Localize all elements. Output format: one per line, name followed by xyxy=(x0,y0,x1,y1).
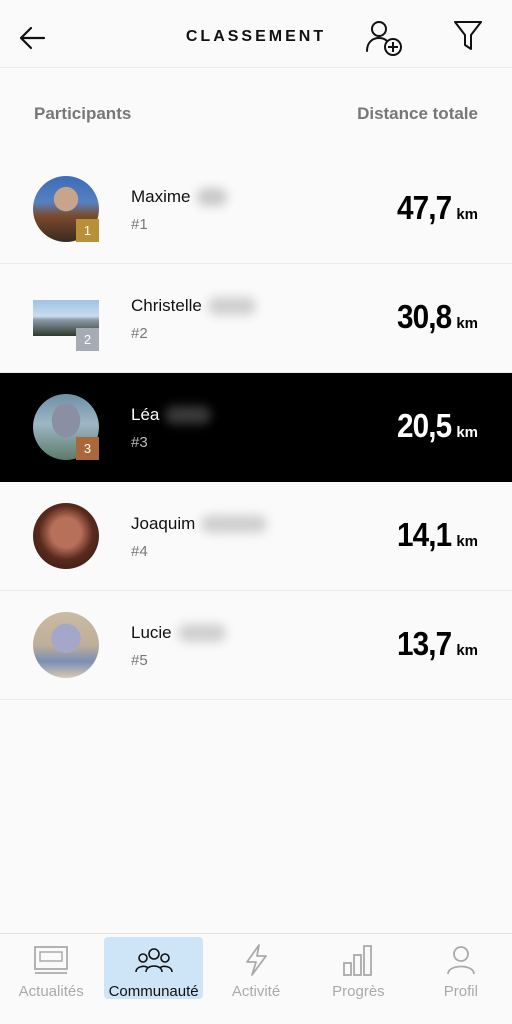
distance-value: 47,7 km xyxy=(391,189,478,227)
bottom-tab-bar: Actualités Communauté Activité Progrès P… xyxy=(0,933,512,1024)
tab-label: Communauté xyxy=(108,983,199,1000)
participant-name: Lucie xyxy=(131,623,172,642)
rank-badge: 2 xyxy=(76,328,99,351)
tab-activite[interactable]: Activité xyxy=(205,934,307,1024)
distance-unit: km xyxy=(456,533,478,550)
avatar: 1 xyxy=(33,176,99,242)
participant-rank: #5 xyxy=(131,652,148,669)
distance-value: 13,7 km xyxy=(391,625,478,663)
avatar xyxy=(33,612,99,678)
distance-unit: km xyxy=(456,642,478,659)
tab-progres[interactable]: Progrès xyxy=(307,934,409,1024)
bar-chart-icon xyxy=(338,942,378,978)
distance-value: 14,1 km xyxy=(391,516,478,554)
tab-label: Progrès xyxy=(332,983,385,1000)
tab-profil[interactable]: Profil xyxy=(410,934,512,1024)
ranking-row-current-user[interactable]: 3 Léa #3 20,5 km xyxy=(0,373,512,482)
participant-rank: #1 xyxy=(131,216,148,233)
distance-number: 20,5 xyxy=(397,407,452,444)
tab-label: Actualités xyxy=(18,983,84,1000)
news-icon xyxy=(31,942,71,978)
page-title: CLASSEMENT xyxy=(185,28,327,45)
distance-value: 20,5 km xyxy=(391,407,478,445)
distance-number: 14,1 xyxy=(397,516,452,553)
column-headers: Participants Distance totale xyxy=(0,104,512,132)
ranking-list: 1 Maxime #1 47,7 km 2 Christelle #2 30,8… xyxy=(0,155,512,700)
distance-number: 47,7 xyxy=(397,189,452,226)
participant-name: Christelle xyxy=(131,296,202,315)
tab-label: Activité xyxy=(231,983,281,1000)
ranking-row[interactable]: Lucie #5 13,7 km xyxy=(0,591,512,700)
avatar: 2 xyxy=(33,285,99,351)
community-icon xyxy=(134,942,174,978)
rank-badge: 3 xyxy=(76,437,99,460)
ranking-row[interactable]: Joaquim #4 14,1 km xyxy=(0,482,512,591)
participant-rank: #3 xyxy=(131,434,148,451)
distance-unit: km xyxy=(456,206,478,223)
add-participant-button[interactable] xyxy=(362,16,406,60)
tab-actualites[interactable]: Actualités xyxy=(0,934,102,1024)
participant-name: Léa xyxy=(131,405,160,424)
ranking-row[interactable]: 1 Maxime #1 47,7 km xyxy=(0,155,512,264)
distance-number: 13,7 xyxy=(397,625,452,662)
ranking-row[interactable]: 2 Christelle #2 30,8 km xyxy=(0,264,512,373)
distance-unit: km xyxy=(456,424,478,441)
participants-header: Participants xyxy=(34,104,132,123)
distance-value: 30,8 km xyxy=(391,298,478,336)
rank-badge: 1 xyxy=(76,219,99,242)
add-user-icon xyxy=(366,21,402,56)
participant-name: Joaquim xyxy=(131,514,196,533)
tab-label: Profil xyxy=(443,983,478,1000)
profile-icon xyxy=(441,942,481,978)
distance-number: 30,8 xyxy=(397,298,452,335)
filter-button[interactable] xyxy=(448,16,488,56)
participant-rank: #4 xyxy=(131,543,148,560)
filter-icon xyxy=(454,21,482,50)
avatar: 3 xyxy=(33,394,99,460)
participant-rank: #2 xyxy=(131,325,148,342)
distance-header: Distance totale xyxy=(357,104,478,123)
avatar xyxy=(33,503,99,569)
top-bar: CLASSEMENT xyxy=(0,0,512,68)
tab-communaute[interactable]: Communauté xyxy=(102,934,204,1024)
distance-unit: km xyxy=(456,315,478,332)
participant-name: Maxime xyxy=(131,187,191,206)
lightning-icon xyxy=(236,942,276,978)
